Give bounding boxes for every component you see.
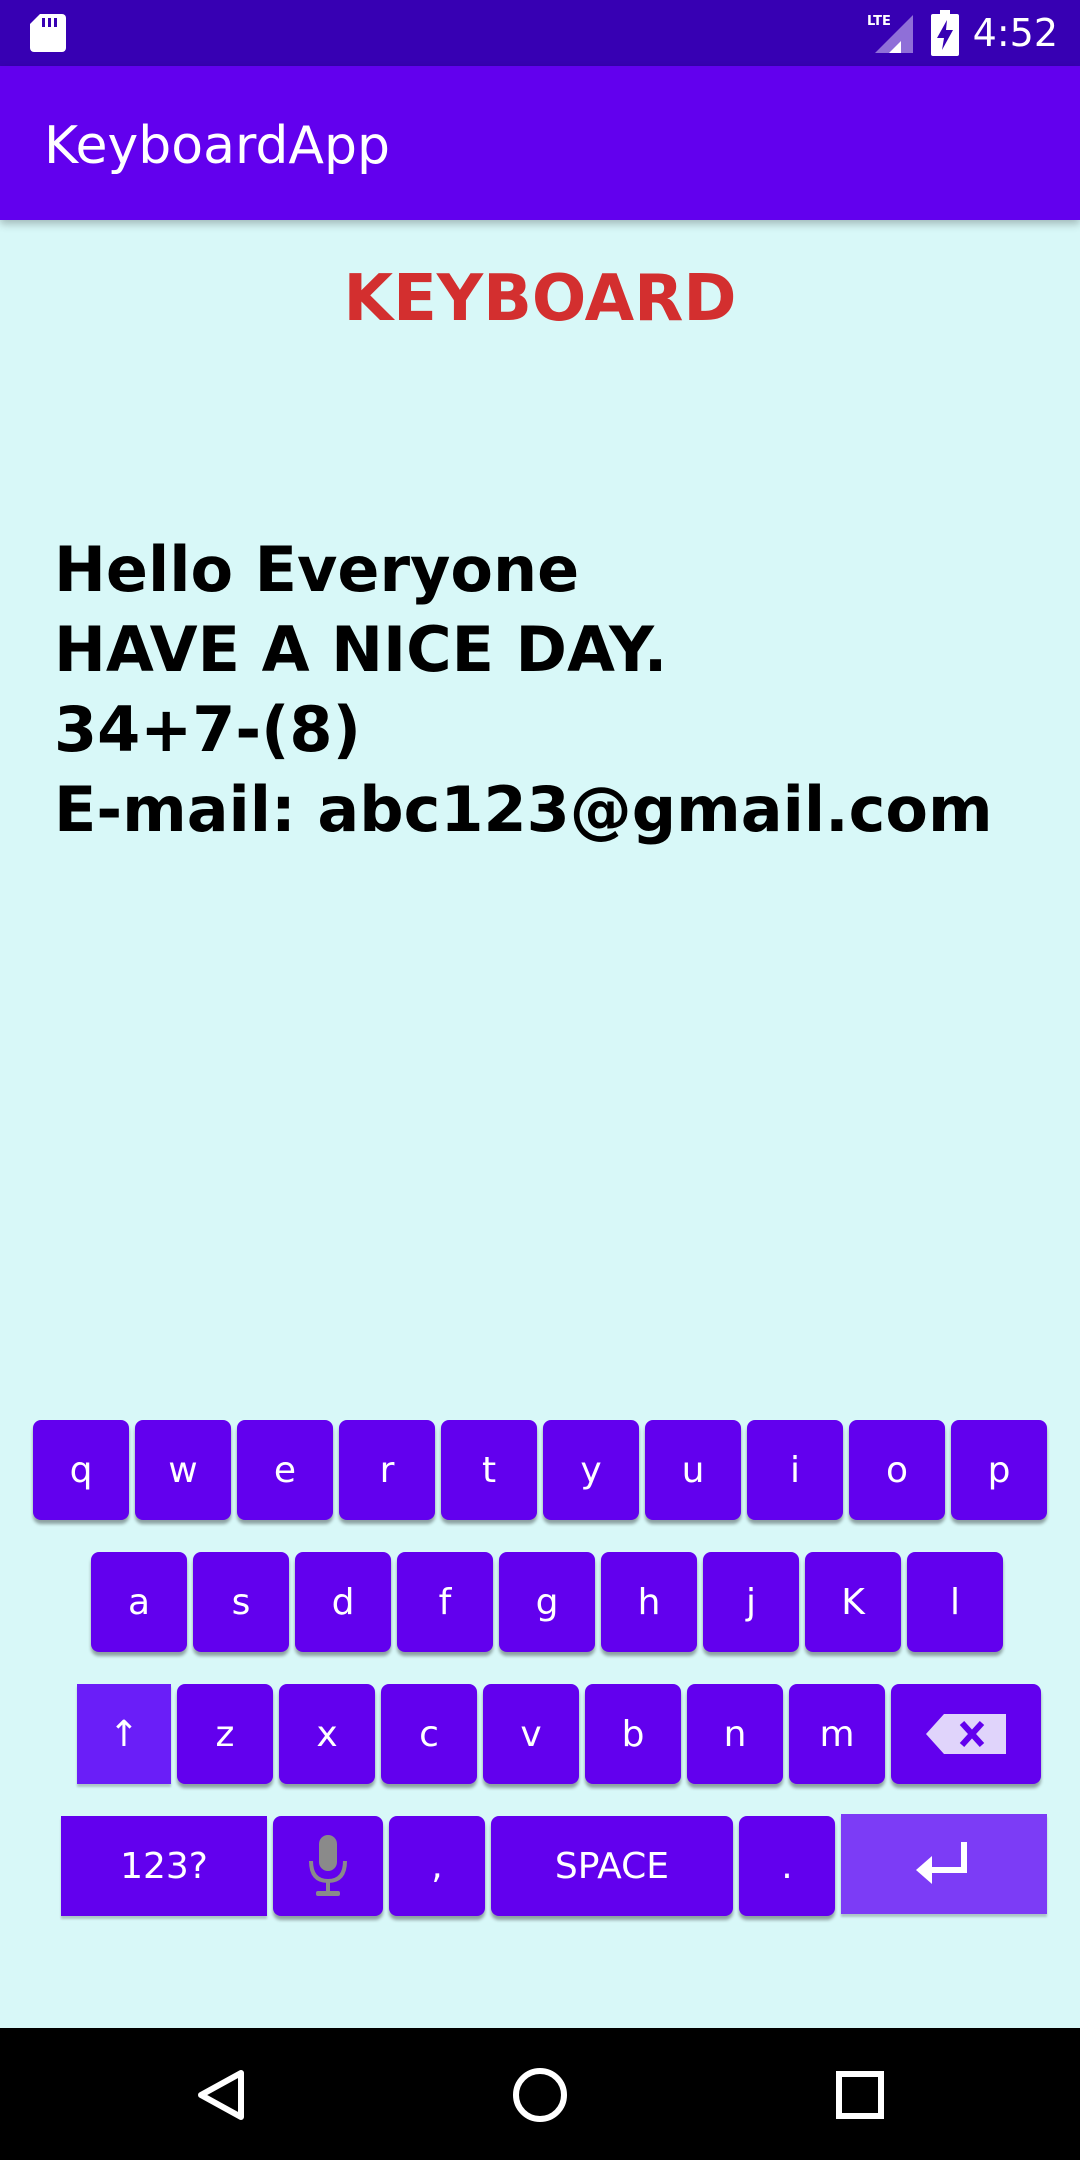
key-x[interactable]: x (279, 1684, 375, 1784)
shift-key[interactable]: ↑ (77, 1684, 171, 1784)
key-z[interactable]: z (177, 1684, 273, 1784)
sd-card-icon (30, 14, 66, 52)
key-w[interactable]: w (135, 1420, 231, 1520)
back-button[interactable] (186, 2060, 256, 2130)
key-o[interactable]: o (849, 1420, 945, 1520)
enter-key[interactable] (841, 1814, 1047, 1914)
text-line: HAVE A NICE DAY. (54, 613, 668, 686)
status-bar: LTE 4:52 (0, 0, 1080, 66)
key-v[interactable]: v (483, 1684, 579, 1784)
battery-charging-icon (930, 10, 959, 56)
recents-button[interactable] (825, 2060, 895, 2130)
home-icon (513, 2068, 567, 2122)
status-time: 4:52 (972, 11, 1058, 55)
key-d[interactable]: d (295, 1552, 391, 1652)
app-bar: KeyboardApp (0, 66, 1080, 220)
symbols-key[interactable]: 123? (61, 1816, 267, 1916)
comma-key[interactable]: , (389, 1816, 485, 1916)
key-h[interactable]: h (601, 1552, 697, 1652)
backspace-key[interactable] (891, 1684, 1041, 1784)
space-key[interactable]: SPACE (491, 1816, 733, 1916)
key-n[interactable]: n (687, 1684, 783, 1784)
back-icon (198, 2070, 244, 2120)
key-g[interactable]: g (499, 1552, 595, 1652)
microphone-key[interactable] (273, 1816, 383, 1916)
microphone-icon (309, 1835, 347, 1896)
period-key[interactable]: . (739, 1816, 835, 1916)
key-i[interactable]: i (747, 1420, 843, 1520)
key-f[interactable]: f (397, 1552, 493, 1652)
text-line: 34+7-(8) (54, 693, 361, 766)
network-type-label: LTE (867, 14, 891, 29)
key-r[interactable]: r (339, 1420, 435, 1520)
key-q[interactable]: q (33, 1420, 129, 1520)
backspace-icon (926, 1714, 1006, 1754)
key-e[interactable]: e (237, 1420, 333, 1520)
key-y[interactable]: y (543, 1420, 639, 1520)
recents-icon (836, 2071, 884, 2119)
key-m[interactable]: m (789, 1684, 885, 1784)
key-j[interactable]: j (703, 1552, 799, 1652)
key-u[interactable]: u (645, 1420, 741, 1520)
text-line: E-mail: abc123@gmail.com (54, 773, 993, 846)
app-title: KeyboardApp (44, 116, 391, 176)
key-k[interactable]: K (805, 1552, 901, 1652)
home-button[interactable] (505, 2060, 575, 2130)
page-heading: KEYBOARD (343, 262, 737, 336)
signal-icon: LTE (867, 14, 913, 53)
navigation-bar (0, 2028, 1080, 2160)
typed-text-area[interactable]: Hello Everyone HAVE A NICE DAY. 34+7-(8)… (54, 530, 993, 850)
enter-icon (916, 1842, 967, 1884)
key-c[interactable]: c (381, 1684, 477, 1784)
key-l[interactable]: l (907, 1552, 1003, 1652)
text-line: Hello Everyone (54, 533, 580, 606)
key-b[interactable]: b (585, 1684, 681, 1784)
shift-icon: ↑ (108, 1713, 140, 1755)
key-a[interactable]: a (91, 1552, 187, 1652)
key-s[interactable]: s (193, 1552, 289, 1652)
key-p[interactable]: p (951, 1420, 1047, 1520)
key-t[interactable]: t (441, 1420, 537, 1520)
